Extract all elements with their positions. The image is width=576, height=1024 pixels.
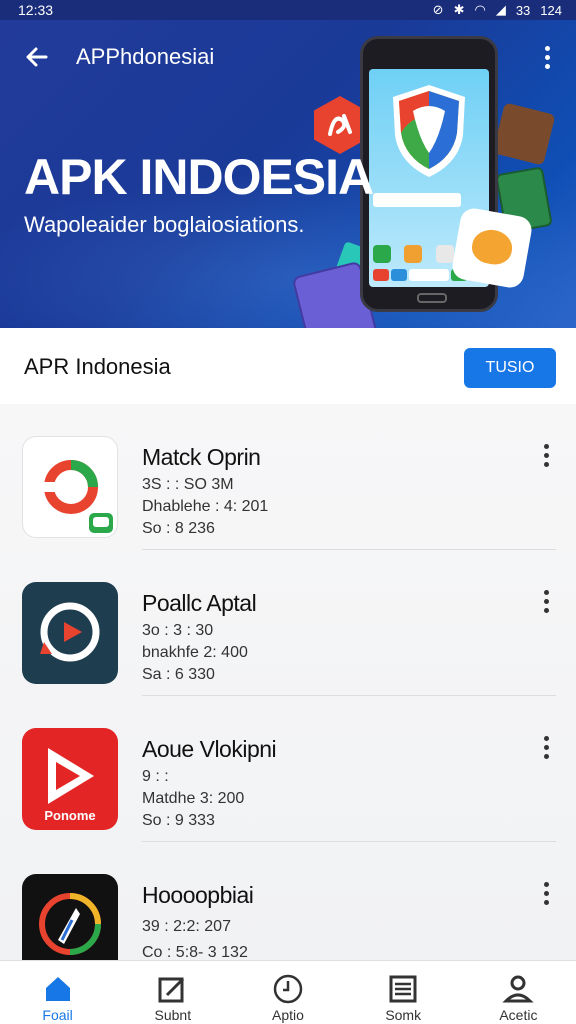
app-meta-2: Matdhe 3: 200 <box>142 790 245 807</box>
more-vert-icon[interactable] <box>536 444 556 474</box>
nav-label: Somk <box>385 1007 422 1023</box>
app-icon-red-green-ring <box>22 436 118 538</box>
phone-search-bar <box>373 193 461 207</box>
nav-item-list[interactable]: Somk <box>346 961 461 1024</box>
status-indicators: ⊘ ✱ ◠ ◢ 33 124 <box>433 2 562 18</box>
mute-icon: ⊘ <box>432 2 444 17</box>
bottom-nav: Foail Subnt Aptio Somk Acetic <box>0 960 576 1024</box>
app-meta-1: 3S : : SO 3M <box>142 476 234 493</box>
status-time: 12:33 <box>18 2 54 18</box>
more-vert-icon[interactable] <box>536 40 558 74</box>
battery-text: 124 <box>540 2 562 18</box>
app-list: Matck Oprin 3S : : SO 3M Dhablehe : 4: 2… <box>0 404 576 960</box>
app-icon-play-red: Ponome <box>22 728 118 830</box>
app-meta-3: So : 8 236 <box>142 520 215 537</box>
section-title: APR Indonesia <box>24 354 171 379</box>
arrow-left-icon <box>26 47 48 67</box>
edit-square-icon <box>158 977 184 1003</box>
nav-item-time[interactable]: Aptio <box>230 961 345 1024</box>
list-item[interactable]: Hoooopbiai 39 : 2:2: 207 Co : 5:8- 3 132 <box>0 842 576 960</box>
list-item[interactable]: Ponome Aoue Vlokipni 9 : : Matdhe 3: 200… <box>0 696 576 842</box>
list-icon <box>389 975 417 1003</box>
list-item[interactable]: Poallc Aptal 3o : 3 : 30 bnakhfe 2: 400 … <box>0 550 576 696</box>
more-vert-icon[interactable] <box>536 590 556 620</box>
app-meta-1: 3o : 3 : 30 <box>142 622 214 639</box>
home-icon <box>45 977 70 1001</box>
list-item[interactable]: Matck Oprin 3S : : SO 3M Dhablehe : 4: 2… <box>0 404 576 550</box>
more-vert-icon[interactable] <box>536 882 556 912</box>
nav-label: Acetic <box>499 1007 538 1023</box>
app-meta-2: bnakhfe 2: 400 <box>142 644 248 661</box>
svg-text:Ponome: Ponome <box>44 808 95 823</box>
section-action-button[interactable]: TUSIO <box>464 348 556 388</box>
hero-headline: APK INDOESIA <box>24 149 374 205</box>
back-button[interactable] <box>22 42 52 72</box>
app-meta-3: So : 9 333 <box>142 812 215 829</box>
hero-subtitle: Wapoleaider boglaiosiations. <box>24 212 305 237</box>
nav-item-account[interactable]: Acetic <box>461 961 576 1024</box>
brown-box-icon <box>492 102 556 166</box>
app-icon-play-ring <box>22 582 118 684</box>
app-meta-1: 9 : : <box>142 768 169 785</box>
app-meta-1: 39 : 2:2: 207 <box>142 918 231 935</box>
person-icon <box>502 975 535 1003</box>
app-name: Poallc Aptal <box>142 590 257 616</box>
app-meta-2: Co : 5:8- 3 132 <box>142 944 248 960</box>
nav-item-submit[interactable]: Subnt <box>115 961 230 1024</box>
red-hexagon-icon <box>314 96 366 154</box>
app-title: APPhdonesiai <box>76 44 215 69</box>
more-vert-icon[interactable] <box>536 736 556 766</box>
phone-home-button <box>417 293 447 303</box>
nav-label: Subnt <box>154 1007 192 1023</box>
section-header: APR Indonesia TUSIO <box>0 328 576 404</box>
app-icon-rocket <box>22 874 118 960</box>
app-meta-2: Dhablehe : 4: 201 <box>142 498 269 515</box>
clock-icon <box>273 974 303 1004</box>
nav-label: Foail <box>42 1007 73 1023</box>
wifi-icon: ◠ <box>474 2 486 17</box>
shield-icon <box>393 85 465 177</box>
fox-app-icon <box>450 206 534 290</box>
status-indicator-text: 33 <box>515 2 531 18</box>
bluetooth-icon: ✱ <box>453 2 465 17</box>
nav-item-home[interactable]: Foail <box>0 961 115 1024</box>
nav-label: Aptio <box>272 1007 304 1023</box>
hero-banner: APPhdonesiai APK INDOESIA Wapoleaider bo… <box>0 20 576 328</box>
status-bar: 12:33 ⊘ ✱ ◠ ◢ 33 124 <box>0 0 576 20</box>
app-name: Matck Oprin <box>142 444 261 470</box>
app-meta-3: Sa : 6 330 <box>142 666 215 683</box>
app-name: Hoooopbiai <box>142 882 254 908</box>
signal-icon: ◢ <box>495 2 506 17</box>
app-name: Aoue Vlokipni <box>142 736 277 762</box>
